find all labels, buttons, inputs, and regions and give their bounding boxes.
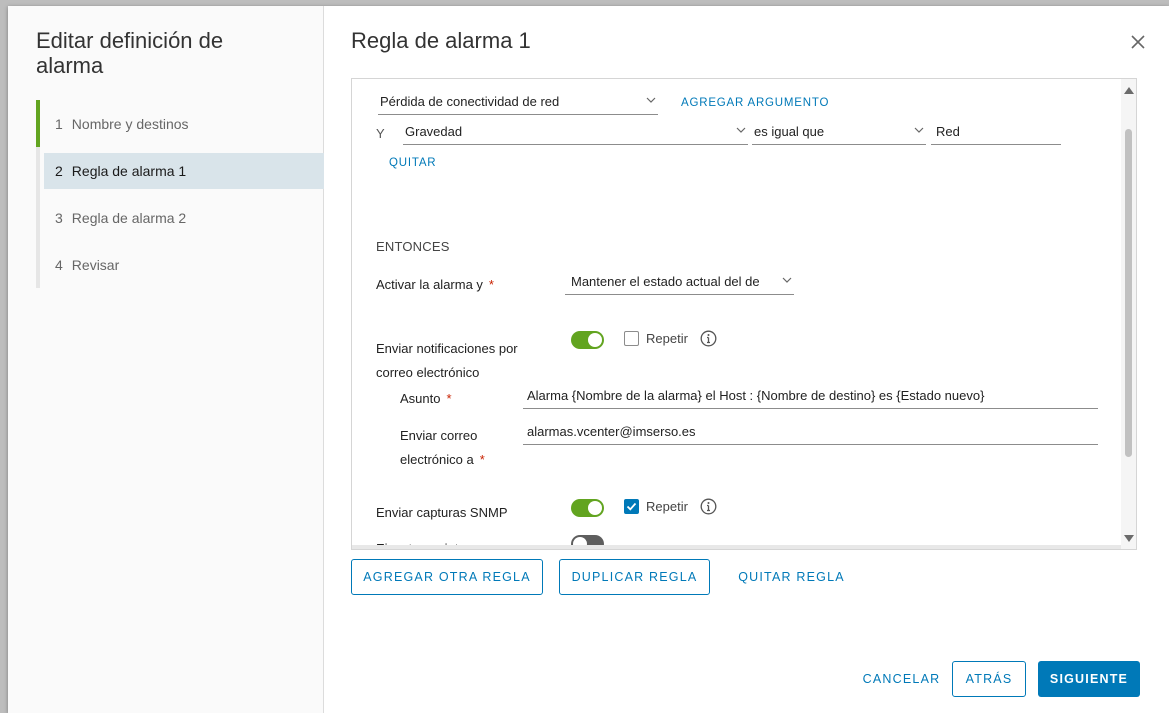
- operator-select-value: es igual que: [754, 124, 825, 139]
- email-notifications-label: Enviar notificaciones por correo electró…: [376, 337, 518, 385]
- step-label: Regla de alarma 2: [71, 209, 187, 226]
- remove-argument-link[interactable]: QUITAR: [389, 157, 436, 169]
- send-email-to-input[interactable]: alarmas.vcenter@imserso.es: [523, 421, 1098, 445]
- send-email-to-label-line-1: Enviar correo: [400, 428, 478, 443]
- wizard-step-alarm-rule-2[interactable]: 3 Regla de alarma 2: [40, 194, 324, 241]
- email-notifications-label-line-2: correo electrónico: [376, 365, 480, 380]
- step-label: Nombre y destinos: [71, 115, 189, 132]
- operator-select[interactable]: es igual que: [752, 121, 926, 145]
- trigger-alarm-select-value: Mantener el estado actual del de: [571, 274, 760, 289]
- then-label: ENTONCES: [376, 239, 450, 254]
- email-repeat-checkbox[interactable]: [624, 331, 639, 346]
- chevron-down-icon: [782, 277, 792, 283]
- checkmark-icon: [626, 502, 637, 511]
- add-argument-link[interactable]: AGREGAR ARGUMENTO: [681, 97, 829, 109]
- scrollbar-thumb[interactable]: [1125, 129, 1132, 457]
- scroll-up-arrow-icon[interactable]: [1124, 87, 1134, 94]
- snmp-repeat-checkbox[interactable]: [624, 499, 639, 514]
- email-notifications-label-line-1: Enviar notificaciones por: [376, 341, 518, 356]
- subject-label-text: Asunto: [400, 391, 441, 406]
- step-number: 1: [55, 115, 63, 132]
- add-another-rule-button[interactable]: AGREGAR OTRA REGLA: [351, 559, 543, 595]
- rule-editor: Pérdida de conectividad de red AGREGAR A…: [351, 78, 1137, 550]
- remove-rule-button[interactable]: QUITAR REGLA: [729, 559, 854, 595]
- required-mark: *: [446, 391, 452, 406]
- email-repeat-label: Repetir: [646, 331, 688, 346]
- send-email-to-label: Enviar correo electrónico a *: [400, 424, 485, 472]
- back-button[interactable]: ATRÁS: [952, 661, 1026, 697]
- info-icon[interactable]: [700, 330, 717, 347]
- edit-alarm-dialog: Editar definición de alarma 1 Nombre y d…: [8, 6, 1169, 713]
- next-button[interactable]: SIGUIENTE: [1038, 661, 1140, 697]
- info-icon[interactable]: [700, 498, 717, 515]
- cancel-button[interactable]: CANCELAR: [854, 661, 949, 697]
- wizard-content: Regla de alarma 1 Pérdida de conectivida…: [324, 6, 1169, 713]
- email-notifications-toggle[interactable]: [571, 331, 604, 349]
- argument-select-value: Gravedad: [405, 124, 463, 139]
- snmp-repeat-label: Repetir: [646, 499, 688, 514]
- trigger-alarm-label: Activar la alarma y *: [376, 277, 494, 292]
- send-email-to-label-line-2: electrónico a: [400, 452, 474, 467]
- step-number: 3: [55, 209, 63, 226]
- step-number: 4: [55, 256, 63, 273]
- step-number: 2: [55, 163, 63, 179]
- trigger-alarm-label-text: Activar la alarma y: [376, 277, 483, 292]
- close-button[interactable]: [1129, 33, 1147, 51]
- step-label: Regla de alarma 1: [71, 163, 187, 179]
- wizard-title: Editar definición de alarma: [36, 28, 224, 78]
- close-icon: [1131, 35, 1145, 49]
- argument-select[interactable]: Gravedad: [403, 121, 748, 145]
- snmp-traps-label: Enviar capturas SNMP: [376, 505, 508, 520]
- and-label: Y: [376, 126, 385, 141]
- trigger-select[interactable]: Pérdida de conectividad de red: [378, 91, 658, 115]
- step-label: Revisar: [71, 256, 120, 273]
- wizard-step-alarm-rule-1[interactable]: 2 Regla de alarma 1: [44, 153, 324, 189]
- trigger-alarm-select[interactable]: Mantener el estado actual del de: [565, 271, 794, 295]
- wizard-sidebar: Editar definición de alarma 1 Nombre y d…: [8, 6, 324, 713]
- rule-editor-scroll-area[interactable]: Pérdida de conectividad de red AGREGAR A…: [352, 79, 1122, 549]
- chevron-down-icon: [914, 127, 924, 133]
- wizard-step-review[interactable]: 4 Revisar: [40, 241, 324, 288]
- vertical-scrollbar[interactable]: [1121, 79, 1136, 549]
- required-mark: *: [488, 277, 494, 292]
- duplicate-rule-button[interactable]: DUPLICAR REGLA: [559, 559, 710, 595]
- wizard-step-names-targets[interactable]: 1 Nombre y destinos: [36, 100, 324, 147]
- subject-label: Asunto *: [400, 391, 452, 406]
- wizard-steps: 1 Nombre y destinos 2 Regla de alarma 1 …: [36, 100, 324, 288]
- argument-value-input[interactable]: Red: [931, 121, 1061, 145]
- toggle-knob: [588, 501, 602, 515]
- scroll-down-arrow-icon[interactable]: [1124, 535, 1134, 542]
- chevron-down-icon: [646, 97, 656, 103]
- horizontal-scrollbar[interactable]: [352, 545, 1122, 549]
- trigger-select-value: Pérdida de conectividad de red: [380, 94, 560, 109]
- snmp-traps-toggle[interactable]: [571, 499, 604, 517]
- panel-title: Regla de alarma 1: [351, 28, 531, 53]
- required-mark: *: [479, 452, 485, 467]
- subject-input[interactable]: Alarma {Nombre de la alarma} el Host : {…: [523, 385, 1098, 409]
- chevron-down-icon: [736, 127, 746, 133]
- toggle-knob: [588, 333, 602, 347]
